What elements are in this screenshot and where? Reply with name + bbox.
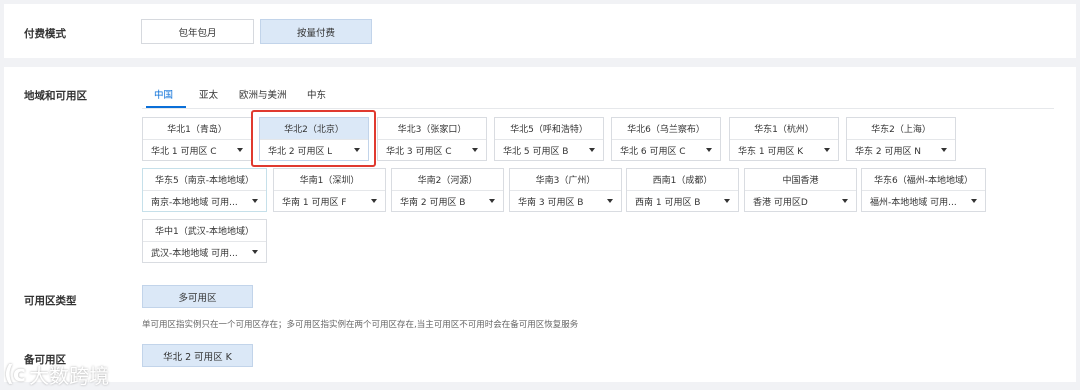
zone-region-name: 华东5（南京-本地地域） (155, 176, 254, 186)
zone-select-value: 华北 5 可用区 B (503, 146, 569, 157)
zone-region-name: 华中1（武汉-本地地域） (155, 227, 254, 237)
zone-select-value: 华北 3 可用区 C (386, 146, 452, 157)
zone-card-shenzhen[interactable]: 华南1（深圳） 华南 1 可用区 F (273, 168, 386, 212)
zone-region-name: 西南1（成都） (652, 176, 713, 186)
chevron-down-icon (724, 199, 730, 203)
zone-select[interactable]: 华北 6 可用区 C (612, 139, 720, 160)
zone-card-shanghai[interactable]: 华东2（上海） 华东 2 可用区 N (846, 117, 956, 161)
highlight-annotation-box (251, 110, 376, 167)
tab-europe-americas[interactable]: 欧洲与美洲 (239, 87, 287, 101)
zone-select-value: 华南 3 可用区 B (518, 197, 584, 208)
zone-select[interactable]: 华东 2 可用区 N (847, 139, 955, 160)
zone-card-hangzhou[interactable]: 华东1（杭州） 华东 1 可用区 K (729, 117, 839, 161)
chevron-down-icon (237, 148, 243, 152)
az-type-hint: 单可用区指实例只在一个可用区存在；多可用区指实例在两个可用区存在,当主可用区不可… (142, 320, 579, 330)
chevron-down-icon (252, 199, 258, 203)
zone-select[interactable]: 华南 2 可用区 B (392, 190, 503, 211)
tab-middle-east[interactable]: 中东 (307, 87, 326, 101)
zone-select[interactable]: 南京-本地地域 可用... (143, 190, 266, 211)
chevron-down-icon (252, 250, 258, 254)
backup-zone-select[interactable]: 华北 2 可用区 K (142, 344, 253, 367)
zone-region-name: 华南3（广州） (535, 176, 596, 186)
billing-option-pay-as-you-go[interactable]: 按量付费 (260, 19, 372, 44)
zone-region-name: 华北5（呼和浩特） (510, 125, 588, 135)
zone-card-hohhot[interactable]: 华北5（呼和浩特） 华北 5 可用区 B (494, 117, 604, 161)
tab-active-indicator (146, 106, 186, 108)
chevron-down-icon (371, 199, 377, 203)
zone-select-value: 华南 2 可用区 B (400, 197, 466, 208)
watermark: (c 大数跨境 (4, 360, 109, 388)
zone-select-value: 华北 6 可用区 C (620, 146, 686, 157)
billing-option-subscription[interactable]: 包年包月 (141, 19, 254, 44)
chevron-down-icon (941, 148, 947, 152)
zone-select[interactable]: 华北 5 可用区 B (495, 139, 603, 160)
zone-region-name: 华北3（张家口） (397, 125, 467, 135)
zone-select[interactable]: 西南 1 可用区 B (627, 190, 738, 211)
az-type-multi-zone-button[interactable]: 多可用区 (142, 285, 253, 308)
billing-label: 付费模式 (24, 28, 66, 40)
region-tabs: 中国 亚太 欧洲与美洲 中东 (142, 79, 1054, 109)
zone-region-name: 中国香港 (782, 176, 819, 186)
zone-select[interactable]: 华东 1 可用区 K (730, 139, 838, 160)
tab-asia-pacific[interactable]: 亚太 (199, 87, 218, 101)
region-label: 地域和可用区 (24, 90, 87, 102)
zone-select-value: 华南 1 可用区 F (282, 197, 347, 208)
chevron-down-icon (472, 148, 478, 152)
zone-card-hongkong[interactable]: 中国香港 香港 可用区D (744, 168, 857, 212)
chevron-down-icon (706, 148, 712, 152)
zone-card-zhangjiakou[interactable]: 华北3（张家口） 华北 3 可用区 C (377, 117, 487, 161)
zone-select-value: 福州-本地地域 可用... (870, 197, 957, 208)
zone-select-value: 武汉-本地地域 可用... (151, 248, 238, 259)
billing-panel: 付费模式 包年包月 按量付费 (4, 4, 1076, 58)
tab-china[interactable]: 中国 (154, 87, 173, 101)
chevron-down-icon (589, 148, 595, 152)
chevron-down-icon (489, 199, 495, 203)
zone-card-qingdao[interactable]: 华北1（青岛） 华北 1 可用区 C (142, 117, 252, 161)
zone-select-value: 西南 1 可用区 B (635, 197, 701, 208)
zone-select-value: 华东 1 可用区 K (738, 146, 804, 157)
watermark-text: 大数跨境 (29, 363, 110, 388)
zone-select-value: 华北 1 可用区 C (151, 146, 217, 157)
chevron-down-icon (971, 199, 977, 203)
zone-select[interactable]: 福州-本地地域 可用... (862, 190, 985, 211)
chevron-down-icon (824, 148, 830, 152)
zone-select[interactable]: 华北 3 可用区 C (378, 139, 486, 160)
zone-select[interactable]: 香港 可用区D (745, 190, 856, 211)
watermark-logo-icon: (c (4, 361, 26, 387)
zone-region-name: 华北6（乌兰察布） (627, 125, 705, 135)
zone-card-chengdu[interactable]: 西南1（成都） 西南 1 可用区 B (626, 168, 739, 212)
zone-select-value: 香港 可用区D (753, 197, 808, 208)
zone-card-wuhan[interactable]: 华中1（武汉-本地地域） 武汉-本地地域 可用... (142, 219, 267, 263)
zone-region-name: 华东6（福州-本地地域） (874, 176, 973, 186)
chevron-down-icon (607, 199, 613, 203)
zone-card-ulanqab[interactable]: 华北6（乌兰察布） 华北 6 可用区 C (611, 117, 721, 161)
zone-card-guangzhou[interactable]: 华南3（广州） 华南 3 可用区 B (509, 168, 622, 212)
zone-select[interactable]: 华北 1 可用区 C (143, 139, 251, 160)
zone-region-name: 华南2（河源） (417, 176, 478, 186)
zone-region-name: 华南1（深圳） (299, 176, 360, 186)
zone-card-fuzhou[interactable]: 华东6（福州-本地地域） 福州-本地地域 可用... (861, 168, 986, 212)
zone-card-heyuan[interactable]: 华南2（河源） 华南 2 可用区 B (391, 168, 504, 212)
zone-select[interactable]: 华南 3 可用区 B (510, 190, 621, 211)
zone-region-name: 华北1（青岛） (167, 125, 227, 135)
chevron-down-icon (842, 199, 848, 203)
zone-select-value: 南京-本地地域 可用... (151, 197, 238, 208)
zone-card-nanjing[interactable]: 华东5（南京-本地地域） 南京-本地地域 可用... (142, 168, 267, 212)
zone-select[interactable]: 华南 1 可用区 F (274, 190, 385, 211)
region-panel: 地域和可用区 中国 亚太 欧洲与美洲 中东 华北1（青岛） 华北 1 可用区 C… (4, 67, 1076, 382)
az-type-label: 可用区类型 (24, 295, 77, 307)
zone-select-value: 华东 2 可用区 N (855, 146, 922, 157)
zone-select[interactable]: 武汉-本地地域 可用... (143, 241, 266, 262)
zone-region-name: 华东2（上海） (871, 125, 931, 135)
zone-region-name: 华东1（杭州） (754, 125, 814, 135)
